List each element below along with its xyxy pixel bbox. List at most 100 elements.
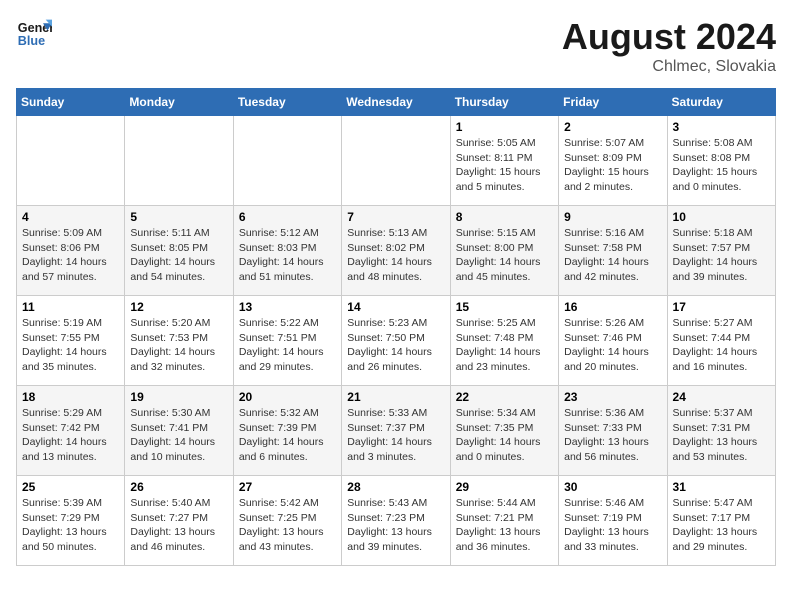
calendar-title: August 2024 bbox=[562, 16, 776, 58]
day-info: Sunrise: 5:08 AMSunset: 8:08 PMDaylight:… bbox=[673, 136, 770, 195]
week-row-4: 18 Sunrise: 5:29 AMSunset: 7:42 PMDayligh… bbox=[17, 386, 776, 476]
day-info: Sunrise: 5:18 AMSunset: 7:57 PMDaylight:… bbox=[673, 226, 770, 285]
day-number: 30 bbox=[564, 480, 661, 494]
calendar-cell: 11 Sunrise: 5:19 AMSunset: 7:55 PMDayligh… bbox=[17, 296, 125, 386]
calendar-cell: 13Sunrise: 5:22 AMSunset: 7:51 PMDayligh… bbox=[233, 296, 341, 386]
day-info: Sunrise: 5:44 AMSunset: 7:21 PMDaylight:… bbox=[456, 496, 553, 555]
day-number: 11 bbox=[22, 300, 119, 314]
day-number: 18 bbox=[22, 390, 119, 404]
day-number: 2 bbox=[564, 120, 661, 134]
weekday-header-sunday: Sunday bbox=[17, 89, 125, 116]
day-info: Sunrise: 5:34 AMSunset: 7:35 PMDaylight:… bbox=[456, 406, 553, 465]
day-number: 24 bbox=[673, 390, 770, 404]
day-number: 28 bbox=[347, 480, 444, 494]
day-info: Sunrise: 5:29 AMSunset: 7:42 PMDaylight:… bbox=[22, 406, 119, 465]
weekday-header-friday: Friday bbox=[559, 89, 667, 116]
calendar-cell bbox=[342, 116, 450, 206]
day-info: Sunrise: 5:32 AMSunset: 7:39 PMDaylight:… bbox=[239, 406, 336, 465]
day-number: 17 bbox=[673, 300, 770, 314]
logo-icon: General Blue bbox=[16, 16, 52, 52]
calendar-cell: 16 Sunrise: 5:26 AMSunset: 7:46 PMDayligh… bbox=[559, 296, 667, 386]
calendar-cell: 24Sunrise: 5:37 AMSunset: 7:31 PMDayligh… bbox=[667, 386, 775, 476]
day-number: 31 bbox=[673, 480, 770, 494]
calendar-cell: 31 Sunrise: 5:47 AMSunset: 7:17 PMDayligh… bbox=[667, 476, 775, 566]
day-number: 8 bbox=[456, 210, 553, 224]
calendar-cell: 4 Sunrise: 5:09 AMSunset: 8:06 PMDaylight… bbox=[17, 206, 125, 296]
day-number: 6 bbox=[239, 210, 336, 224]
svg-text:Blue: Blue bbox=[18, 34, 45, 48]
calendar-cell: 5Sunrise: 5:11 AMSunset: 8:05 PMDaylight… bbox=[125, 206, 233, 296]
calendar-cell: 20Sunrise: 5:32 AMSunset: 7:39 PMDayligh… bbox=[233, 386, 341, 476]
week-row-5: 25Sunrise: 5:39 AMSunset: 7:29 PMDayligh… bbox=[17, 476, 776, 566]
day-info: Sunrise: 5:27 AMSunset: 7:44 PMDaylight:… bbox=[673, 316, 770, 375]
day-info: Sunrise: 5:23 AMSunset: 7:50 PMDaylight:… bbox=[347, 316, 444, 375]
day-number: 7 bbox=[347, 210, 444, 224]
day-info: Sunrise: 5:30 AMSunset: 7:41 PMDaylight:… bbox=[130, 406, 227, 465]
day-info: Sunrise: 5:39 AMSunset: 7:29 PMDaylight:… bbox=[22, 496, 119, 555]
day-info: Sunrise: 5:05 AMSunset: 8:11 PMDaylight:… bbox=[456, 136, 553, 195]
calendar-cell: 30 Sunrise: 5:46 AMSunset: 7:19 PMDayligh… bbox=[559, 476, 667, 566]
weekday-header-monday: Monday bbox=[125, 89, 233, 116]
day-number: 27 bbox=[239, 480, 336, 494]
day-info: Sunrise: 5:15 AMSunset: 8:00 PMDaylight:… bbox=[456, 226, 553, 285]
day-number: 22 bbox=[456, 390, 553, 404]
calendar-cell: 29 Sunrise: 5:44 AMSunset: 7:21 PMDayligh… bbox=[450, 476, 558, 566]
calendar-cell: 22 Sunrise: 5:34 AMSunset: 7:35 PMDayligh… bbox=[450, 386, 558, 476]
day-number: 23 bbox=[564, 390, 661, 404]
page-header: General Blue August 2024 Chlmec, Slovaki… bbox=[16, 16, 776, 76]
calendar-cell: 3 Sunrise: 5:08 AMSunset: 8:08 PMDaylight… bbox=[667, 116, 775, 206]
calendar-cell: 6 Sunrise: 5:12 AMSunset: 8:03 PMDaylight… bbox=[233, 206, 341, 296]
day-number: 3 bbox=[673, 120, 770, 134]
calendar-cell bbox=[233, 116, 341, 206]
week-row-2: 4 Sunrise: 5:09 AMSunset: 8:06 PMDaylight… bbox=[17, 206, 776, 296]
calendar-cell: 25Sunrise: 5:39 AMSunset: 7:29 PMDayligh… bbox=[17, 476, 125, 566]
day-number: 16 bbox=[564, 300, 661, 314]
day-info: Sunrise: 5:40 AMSunset: 7:27 PMDaylight:… bbox=[130, 496, 227, 555]
calendar-table: SundayMondayTuesdayWednesdayThursdayFrid… bbox=[16, 88, 776, 566]
day-info: Sunrise: 5:12 AMSunset: 8:03 PMDaylight:… bbox=[239, 226, 336, 285]
calendar-cell: 23Sunrise: 5:36 AMSunset: 7:33 PMDayligh… bbox=[559, 386, 667, 476]
week-row-3: 11 Sunrise: 5:19 AMSunset: 7:55 PMDayligh… bbox=[17, 296, 776, 386]
day-info: Sunrise: 5:19 AMSunset: 7:55 PMDaylight:… bbox=[22, 316, 119, 375]
title-block: August 2024 Chlmec, Slovakia bbox=[562, 16, 776, 76]
calendar-cell: 27Sunrise: 5:42 AMSunset: 7:25 PMDayligh… bbox=[233, 476, 341, 566]
day-info: Sunrise: 5:46 AMSunset: 7:19 PMDaylight:… bbox=[564, 496, 661, 555]
day-info: Sunrise: 5:26 AMSunset: 7:46 PMDaylight:… bbox=[564, 316, 661, 375]
day-number: 4 bbox=[22, 210, 119, 224]
calendar-cell: 21Sunrise: 5:33 AMSunset: 7:37 PMDayligh… bbox=[342, 386, 450, 476]
calendar-cell: 8 Sunrise: 5:15 AMSunset: 8:00 PMDaylight… bbox=[450, 206, 558, 296]
weekday-header-row: SundayMondayTuesdayWednesdayThursdayFrid… bbox=[17, 89, 776, 116]
calendar-cell: 28 Sunrise: 5:43 AMSunset: 7:23 PMDayligh… bbox=[342, 476, 450, 566]
day-info: Sunrise: 5:09 AMSunset: 8:06 PMDaylight:… bbox=[22, 226, 119, 285]
logo: General Blue bbox=[16, 16, 52, 52]
calendar-cell: 1 Sunrise: 5:05 AMSunset: 8:11 PMDaylight… bbox=[450, 116, 558, 206]
weekday-header-tuesday: Tuesday bbox=[233, 89, 341, 116]
week-row-1: 1 Sunrise: 5:05 AMSunset: 8:11 PMDaylight… bbox=[17, 116, 776, 206]
day-info: Sunrise: 5:43 AMSunset: 7:23 PMDaylight:… bbox=[347, 496, 444, 555]
day-number: 29 bbox=[456, 480, 553, 494]
day-info: Sunrise: 5:07 AMSunset: 8:09 PMDaylight:… bbox=[564, 136, 661, 195]
calendar-cell: 14Sunrise: 5:23 AMSunset: 7:50 PMDayligh… bbox=[342, 296, 450, 386]
day-info: Sunrise: 5:20 AMSunset: 7:53 PMDaylight:… bbox=[130, 316, 227, 375]
day-number: 10 bbox=[673, 210, 770, 224]
weekday-header-saturday: Saturday bbox=[667, 89, 775, 116]
day-number: 26 bbox=[130, 480, 227, 494]
day-number: 12 bbox=[130, 300, 227, 314]
calendar-cell: 10 Sunrise: 5:18 AMSunset: 7:57 PMDayligh… bbox=[667, 206, 775, 296]
calendar-cell: 26 Sunrise: 5:40 AMSunset: 7:27 PMDayligh… bbox=[125, 476, 233, 566]
calendar-cell: 18 Sunrise: 5:29 AMSunset: 7:42 PMDayligh… bbox=[17, 386, 125, 476]
day-info: Sunrise: 5:33 AMSunset: 7:37 PMDaylight:… bbox=[347, 406, 444, 465]
calendar-cell: 7Sunrise: 5:13 AMSunset: 8:02 PMDaylight… bbox=[342, 206, 450, 296]
day-info: Sunrise: 5:25 AMSunset: 7:48 PMDaylight:… bbox=[456, 316, 553, 375]
day-info: Sunrise: 5:47 AMSunset: 7:17 PMDaylight:… bbox=[673, 496, 770, 555]
day-number: 9 bbox=[564, 210, 661, 224]
calendar-cell bbox=[125, 116, 233, 206]
day-info: Sunrise: 5:22 AMSunset: 7:51 PMDaylight:… bbox=[239, 316, 336, 375]
calendar-subtitle: Chlmec, Slovakia bbox=[562, 58, 776, 76]
calendar-cell: 19 Sunrise: 5:30 AMSunset: 7:41 PMDayligh… bbox=[125, 386, 233, 476]
day-info: Sunrise: 5:11 AMSunset: 8:05 PMDaylight:… bbox=[130, 226, 227, 285]
day-number: 19 bbox=[130, 390, 227, 404]
day-number: 1 bbox=[456, 120, 553, 134]
day-number: 15 bbox=[456, 300, 553, 314]
calendar-cell: 17 Sunrise: 5:27 AMSunset: 7:44 PMDayligh… bbox=[667, 296, 775, 386]
